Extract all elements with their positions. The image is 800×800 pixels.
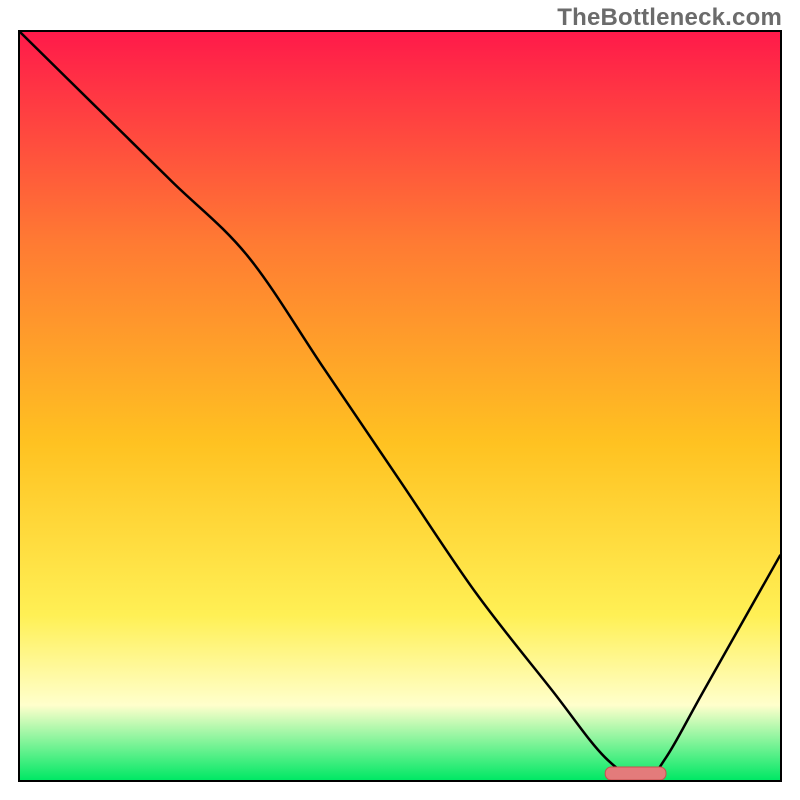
plot-frame [18,30,782,782]
chart-svg [20,32,780,780]
chart-container: { "watermark": "TheBottleneck.com", "col… [0,0,800,800]
optimal-marker [605,767,666,780]
watermark-text: TheBottleneck.com [557,4,782,32]
